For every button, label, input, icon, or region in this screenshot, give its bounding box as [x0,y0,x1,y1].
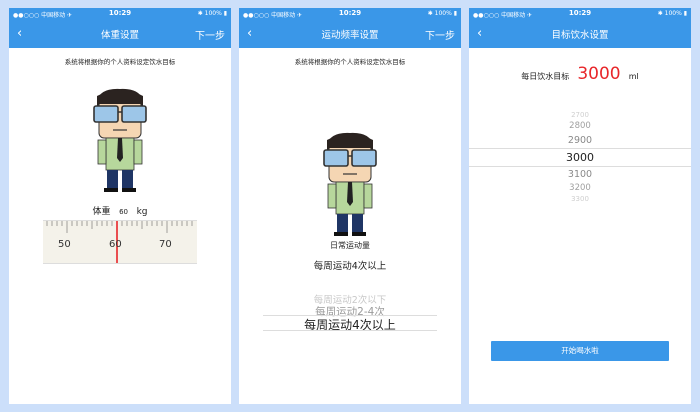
ruler-tick-label: 50 [58,239,71,250]
picker-divider [263,330,437,331]
nav-bar: ‹ 目标饮水设置 [469,20,691,48]
weight-unit: kg [136,207,148,217]
status-bar: ●●○○○ 中国移动 ✈ 10:29 ✱ 100% ▮ [9,8,231,20]
battery-indicator: ✱ 100% ▮ [427,10,457,17]
cartoon-character-illustration [323,132,377,236]
weight-readout: 体重 60 kg [9,204,231,217]
goal-picker-option[interactable]: 3000 [469,151,691,164]
goal-label: 每日饮水目标 [521,72,570,81]
next-step-button[interactable]: 下一步 [425,27,455,42]
ruler-tick-label: 70 [159,239,172,250]
goal-picker-option[interactable]: 3200 [469,183,691,193]
page-title: 目标饮水设置 [551,30,609,41]
goal-screen: ●●○○○ 中国移动 ✈ 10:29 ✱ 100% ▮ ‹ 目标饮水设置 每日饮… [469,8,691,404]
goal-picker-option[interactable]: 2800 [469,121,691,131]
weight-field-label: 体重 [92,207,111,217]
weight-ruler-slider[interactable]: 50 60 70 [43,220,197,264]
goal-unit: ml [628,72,639,81]
next-step-button[interactable]: 下一步 [195,27,225,42]
profile-hint: 系统将根据你的个人资料设定饮水目标 [294,58,406,66]
goal-picker-option[interactable]: 2900 [469,135,691,146]
ruler-tick-label: 60 [109,239,122,250]
goal-picker-option[interactable]: 3100 [469,169,691,180]
battery-indicator: ✱ 100% ▮ [657,10,687,17]
cartoon-character-illustration [93,88,147,192]
weight-screen: ●●○○○ 中国移动 ✈ 10:29 ✱ 100% ▮ ‹ 体重设置 下一步 系… [9,8,231,404]
goal-picker-option[interactable]: 2700 [469,111,691,119]
goal-picker-option[interactable]: 3300 [469,195,691,203]
nav-bar: ‹ 运动频率设置 下一步 [239,20,461,48]
activity-selected-value: 每周运动4次以上 [313,261,387,272]
activity-screen: ●●○○○ 中国移动 ✈ 10:29 ✱ 100% ▮ ‹ 运动频率设置 下一步… [239,8,461,404]
start-drinking-button[interactable]: 开始喝水啦 [491,341,669,361]
battery-indicator: ✱ 100% ▮ [197,10,227,17]
status-bar: ●●○○○ 中国移动 ✈ 10:29 ✱ 100% ▮ [239,8,461,20]
goal-readout: 每日饮水目标 3000 ml [469,64,691,84]
picker-divider [469,148,691,149]
picker-divider [469,166,691,167]
profile-hint: 系统将根据你的个人资料设定饮水目标 [64,58,176,66]
activity-section-label: 日常运动量 [330,241,370,250]
nav-bar: ‹ 体重设置 下一步 [9,20,231,48]
weight-value: 60 [119,208,128,216]
status-bar: ●●○○○ 中国移动 ✈ 10:29 ✱ 100% ▮ [469,8,691,20]
goal-value: 3000 [577,64,621,84]
